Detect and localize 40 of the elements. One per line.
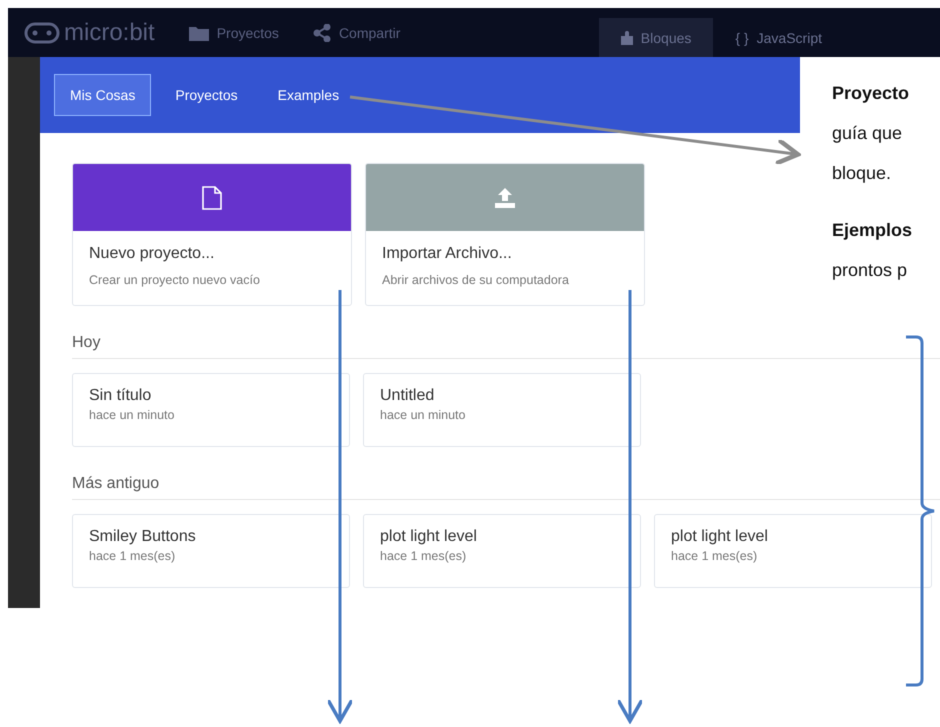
- action-card[interactable]: Importar Archivo... Abrir archivos de su computadora: [365, 163, 645, 306]
- annotation-text: bloque.: [832, 163, 892, 184]
- card-subtitle: Crear un proyecto nuevo vacío: [89, 273, 261, 287]
- card-title: Importar Archivo...: [382, 245, 513, 263]
- file-icon: [202, 186, 222, 210]
- project-card[interactable]: Untitled hace un minuto: [363, 373, 641, 447]
- card-title: Nuevo proyecto...: [89, 245, 216, 263]
- dialog-tab[interactable]: Proyectos: [159, 74, 254, 116]
- dialog-tab[interactable]: Examples: [262, 74, 356, 116]
- upload-icon: [493, 186, 517, 210]
- project-name: plot light level: [671, 528, 769, 546]
- annotation-text: prontos p: [832, 260, 908, 281]
- project-time: hace 1 mes(es): [380, 549, 468, 563]
- project-card[interactable]: plot light level hace 1 mes(es): [654, 514, 932, 588]
- project-time: hace un minuto: [89, 408, 176, 422]
- section-title: Hoy: [72, 334, 100, 351]
- folder-icon: [188, 24, 209, 40]
- card-subtitle: Abrir archivos de su computadora: [382, 273, 570, 287]
- logo-text: micro:bit: [64, 18, 155, 46]
- project-name: plot light level: [380, 528, 478, 546]
- project-card[interactable]: plot light level hace 1 mes(es): [363, 514, 641, 588]
- project-time: hace un minuto: [380, 408, 466, 422]
- share-icon: [312, 24, 331, 42]
- project-card[interactable]: Smiley Buttons hace 1 mes(es): [72, 514, 350, 588]
- project-name: Smiley Buttons: [89, 528, 197, 546]
- annotation-text: guía que: [832, 123, 904, 144]
- annotation-text: Ejemplos: [832, 220, 914, 241]
- action-card[interactable]: Nuevo proyecto... Crear un proyecto nuevo vacío: [72, 163, 352, 306]
- dialog-tab[interactable]: Mis Cosas: [54, 74, 152, 116]
- project-time: hace 1 mes(es): [671, 549, 758, 563]
- braces-icon: { }: [735, 30, 749, 46]
- puzzle-icon: [620, 30, 633, 44]
- project-name: Sin título: [89, 387, 152, 405]
- project-name: Untitled: [380, 387, 436, 405]
- project-card[interactable]: Sin título hace un minuto: [72, 373, 350, 447]
- logo-icon: [24, 22, 60, 44]
- section-title: Más antiguo: [72, 475, 160, 492]
- project-time: hace 1 mes(es): [89, 549, 176, 563]
- annotation-text: Proyecto: [832, 83, 910, 104]
- editor-tab[interactable]: { } JavaScript: [713, 18, 844, 57]
